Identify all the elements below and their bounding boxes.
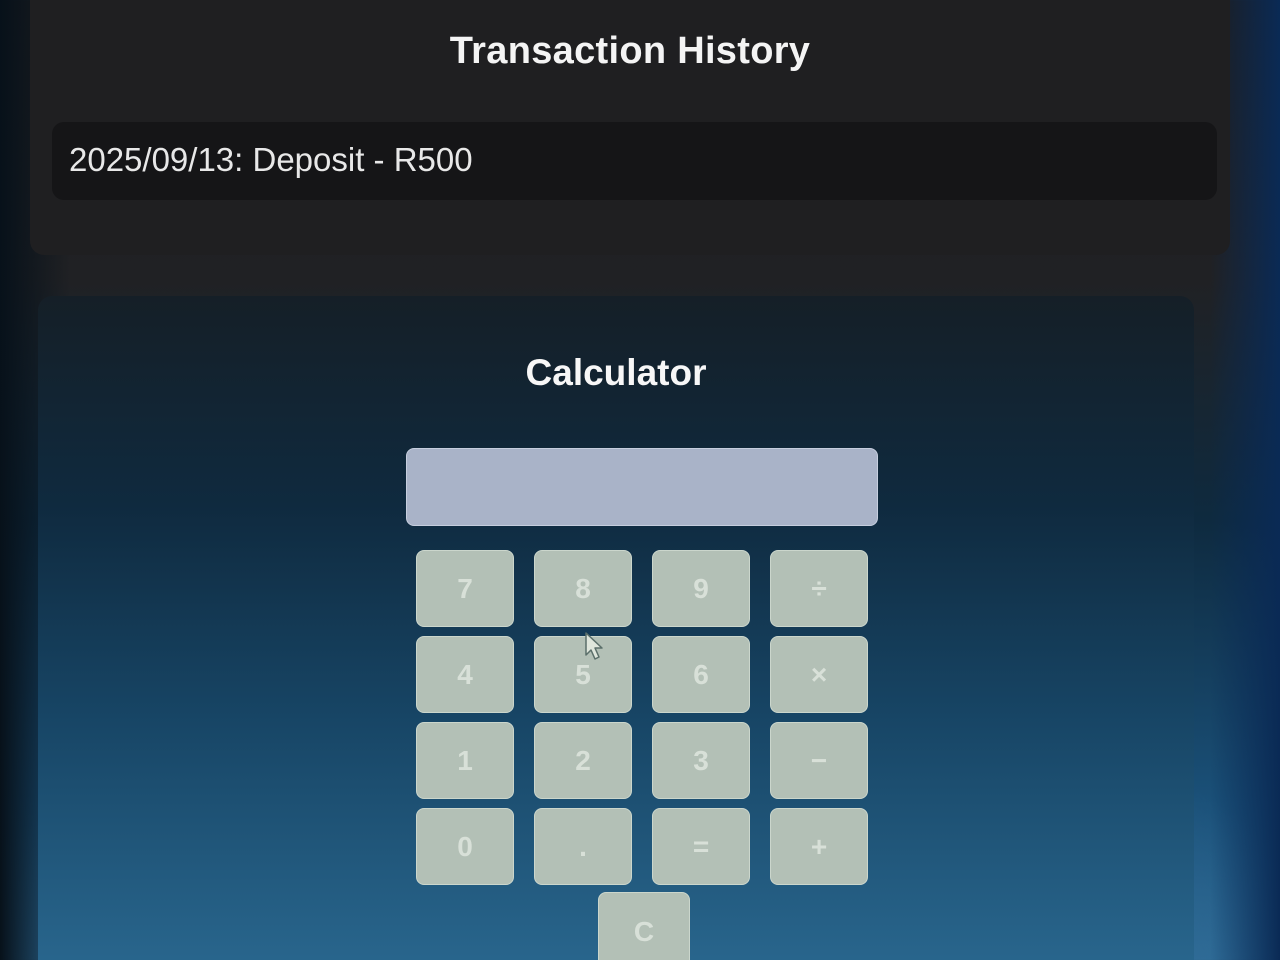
transaction-history-panel: Transaction History 2025/09/13: Deposit … [30,0,1230,255]
key-2[interactable]: 2 [534,722,632,799]
transaction-list: 2025/09/13: Deposit - R500 [52,122,1217,200]
mouse-pointer-icon [585,632,603,660]
key-3[interactable]: 3 [652,722,750,799]
key-clear[interactable]: C [598,892,690,960]
transaction-item: 2025/09/13: Deposit - R500 [52,122,1217,200]
key-divide[interactable]: ÷ [770,550,868,627]
calculator-title: Calculator [525,352,707,393]
key-5[interactable]: 5 [534,636,632,713]
key-multiply[interactable]: × [770,636,868,713]
calculator-display[interactable] [406,448,878,526]
calculator-keypad: 7 8 9 ÷ 4 5 6 × 1 2 3− 0. = + [416,550,868,885]
key-add[interactable]: + [770,808,868,885]
key-equals[interactable]: = [652,808,750,885]
calculator-panel: Calculator 7 8 9 ÷ 4 5 6 × 1 2 3− 0. = + C [38,296,1194,960]
key-subtract[interactable]: − [770,722,868,799]
key-7[interactable]: 7 [416,550,514,627]
key-1[interactable]: 1 [416,722,514,799]
transaction-history-title: Transaction History [449,30,811,72]
key-decimal[interactable]: . [534,808,632,885]
key-0[interactable]: 0 [416,808,514,885]
key-8[interactable]: 8 [534,550,632,627]
key-4[interactable]: 4 [416,636,514,713]
key-9[interactable]: 9 [652,550,750,627]
key-6[interactable]: 6 [652,636,750,713]
